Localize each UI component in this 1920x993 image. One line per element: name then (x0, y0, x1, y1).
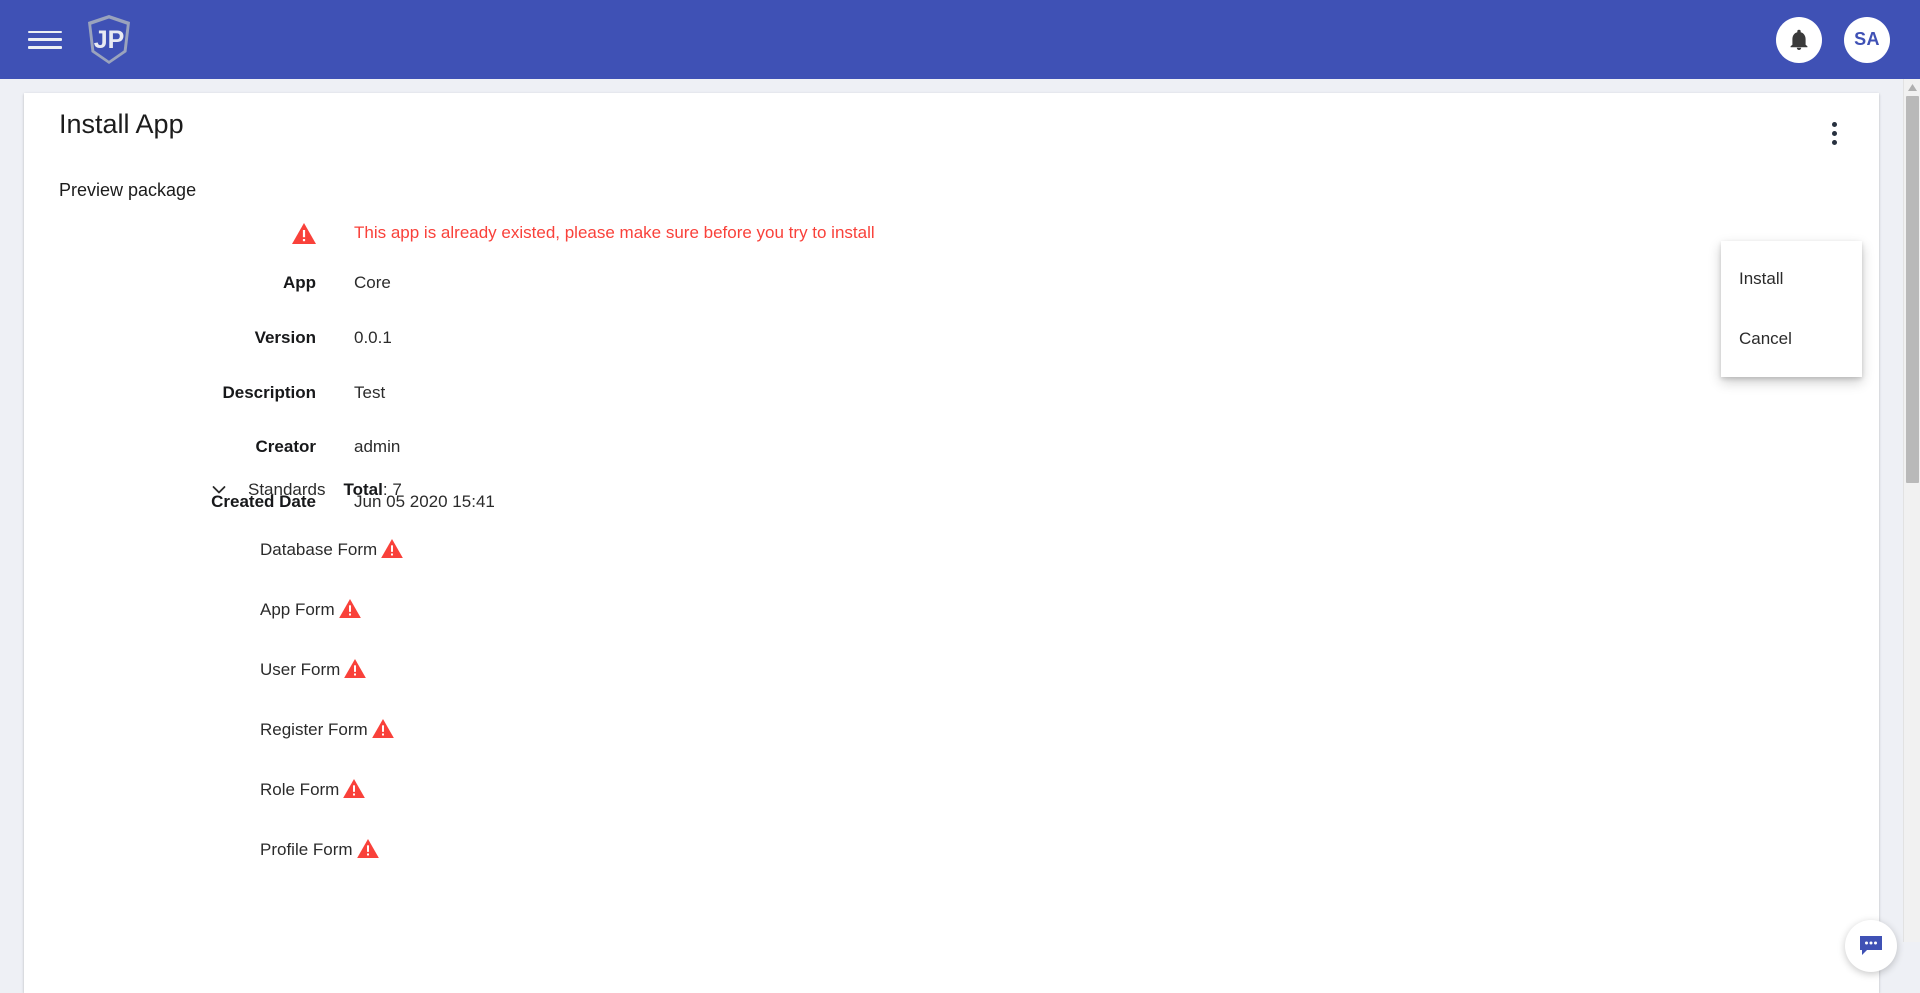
field-row-app: App Core (24, 268, 1879, 298)
chevron-down-icon (208, 479, 230, 501)
field-label: Creator (255, 437, 316, 456)
user-avatar[interactable]: SA (1844, 16, 1890, 63)
list-item[interactable]: Profile Form (260, 839, 381, 860)
warning-triangle-icon (371, 719, 396, 740)
standards-total-label: Total (343, 480, 383, 499)
appbar-actions: SA (1776, 16, 1890, 63)
standard-name: Register Form (260, 719, 368, 739)
field-row-creator: Creator admin (24, 432, 1879, 462)
page-title: Install App (59, 109, 184, 139)
install-app-card: Install App Preview package This app is … (24, 93, 1879, 993)
standards-total-value: 7 (392, 480, 402, 499)
list-item[interactable]: Role Form (260, 779, 367, 800)
notification-button[interactable] (1776, 16, 1822, 63)
warning-triangle-icon (338, 599, 363, 620)
list-item[interactable]: Database Form (260, 539, 405, 560)
vertical-scrollbar[interactable] (1903, 79, 1920, 942)
hamburger-bar (28, 38, 62, 41)
alert-message: This app is already existed, please make… (354, 223, 875, 242)
kebab-dropdown-menu: Install Cancel (1721, 241, 1862, 377)
standard-name: Profile Form (260, 839, 353, 859)
field-label: Version (254, 328, 316, 347)
alert-row: This app is already existed, please make… (24, 218, 1879, 248)
more-vertical-icon[interactable] (1817, 116, 1851, 150)
list-item[interactable]: User Form (260, 659, 368, 680)
section-heading: Preview package (59, 180, 197, 200)
standard-name: User Form (260, 659, 341, 679)
field-value: Core (354, 273, 391, 292)
warning-triangle-icon (343, 779, 367, 800)
page-content-area: Install App Preview package This app is … (0, 79, 1903, 993)
standards-total: Total: 7 (344, 480, 402, 500)
scroll-up-arrow-icon[interactable] (1904, 79, 1920, 96)
list-item[interactable]: Register Form (260, 719, 396, 740)
jp-shield-icon: JP (88, 14, 130, 64)
standard-name: Role Form (260, 779, 340, 799)
field-value: 0.0.1 (354, 328, 392, 347)
kebab-dot (1831, 139, 1837, 145)
alert-icon-cell (24, 222, 316, 244)
warning-triangle-icon (381, 539, 405, 560)
chat-bubble-icon (1860, 936, 1882, 955)
warning-triangle-icon (356, 839, 381, 860)
standard-name: App Form (260, 599, 335, 619)
hamburger-bar (28, 30, 62, 33)
field-label: Description (222, 383, 316, 402)
hamburger-icon[interactable] (28, 27, 62, 53)
standards-total-separator: : (382, 480, 393, 499)
menu-item-cancel[interactable]: Cancel (1721, 309, 1862, 369)
warning-triangle-icon (292, 222, 316, 244)
warning-triangle-icon (344, 659, 368, 680)
kebab-dot (1831, 130, 1837, 136)
svg-text:JP: JP (94, 26, 125, 54)
standards-label: Standards (248, 480, 326, 499)
chat-widget-button[interactable] (1845, 920, 1897, 972)
field-row-description: Description Test (24, 378, 1879, 408)
top-app-bar: JP SA (0, 0, 1920, 79)
field-value: admin (354, 437, 401, 456)
brand-logo[interactable]: JP (86, 14, 132, 66)
standards-toggle[interactable]: Standards Total: 7 (208, 479, 402, 501)
menu-item-install[interactable]: Install (1721, 249, 1862, 309)
list-item[interactable]: App Form (260, 599, 363, 620)
field-value: Test (354, 383, 386, 402)
standard-name: Database Form (260, 539, 378, 559)
field-row-version: Version 0.0.1 (24, 323, 1879, 353)
kebab-dot (1831, 121, 1837, 127)
scrollbar-thumb[interactable] (1906, 96, 1919, 483)
field-label: App (282, 273, 316, 292)
bell-icon (1790, 29, 1808, 50)
hamburger-bar (28, 46, 62, 49)
